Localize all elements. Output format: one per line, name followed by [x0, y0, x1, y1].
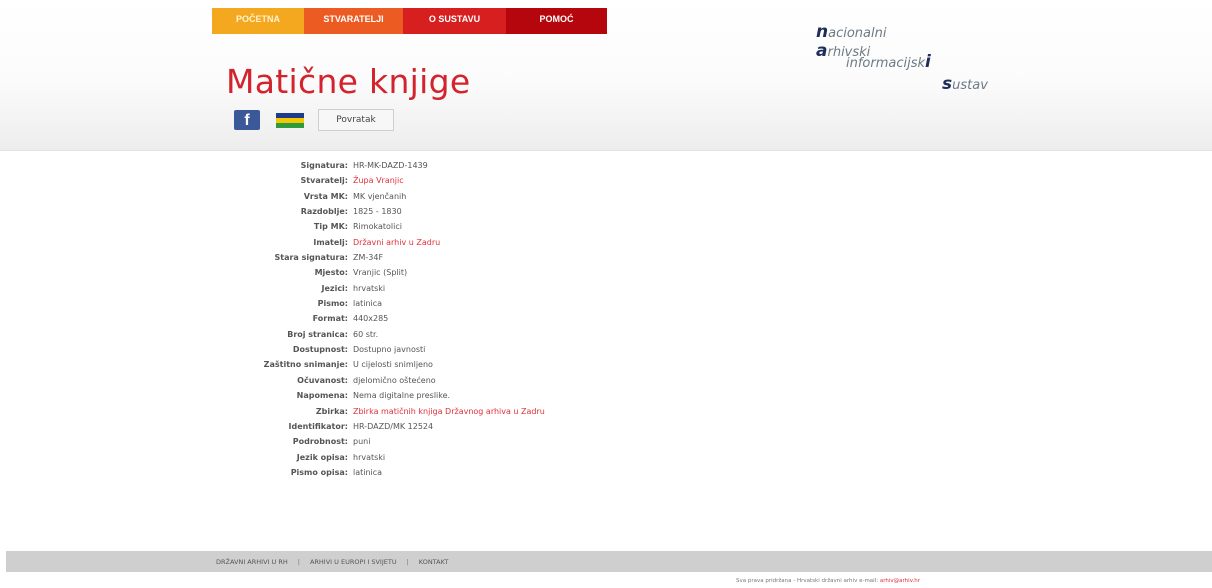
- detail-value: Vranjic (Split): [353, 268, 408, 278]
- detail-label: Zbirka:: [315, 406, 348, 416]
- detail-row: Zbirka: Zbirka matičnih knjiga Državnog a…: [180, 404, 780, 419]
- detail-row: Identifikator: HR-DAZD/MK 12524: [180, 419, 780, 434]
- detail-value: latinica: [353, 299, 383, 309]
- detail-row: Razdoblje: 1825 - 1830: [180, 204, 780, 219]
- detail-value-link[interactable]: Župa Vranjic: [348, 173, 404, 188]
- detail-label: Napomena:: [296, 391, 348, 401]
- detail-label: Signatura:: [300, 161, 348, 170]
- tab-pocetna[interactable]: POČETNA: [212, 8, 304, 34]
- detail-label: Jezik opisa:: [296, 452, 348, 462]
- detail-value: U cijelosti snimljeno: [353, 360, 433, 370]
- detail-label: Dostupnost:: [292, 345, 348, 355]
- page-header: POČETNA STVARATELJI O SUSTAVU POMOĆ Mati…: [0, 0, 1212, 151]
- detail-row: Podrobnost: puni: [180, 434, 780, 449]
- detail-row: Vrsta MK: MK vjenčanih: [180, 189, 780, 204]
- detail-value: Nema digitalne preslike.: [353, 391, 451, 401]
- detail-value: ZM-34F: [353, 253, 384, 263]
- detail-value: HR-MK-DAZD-1439: [353, 161, 428, 170]
- detail-label: Podrobnost:: [292, 437, 348, 447]
- detail-value-link[interactable]: Državni arhiv u Zadru: [348, 235, 440, 250]
- footer-links: DRŽAVNI ARHIVI U RH | ARHIVI U EUROPI I …: [216, 551, 448, 572]
- footer-separator: |: [406, 557, 409, 566]
- detail-row: Napomena: Nema digitalne preslike.: [180, 388, 780, 403]
- detail-label: Imatelj:: [313, 237, 348, 247]
- detail-label: Pismo opisa:: [290, 467, 348, 477]
- detail-row: Broj stranica: 60 str.: [180, 327, 780, 342]
- detail-row: Pismo: latinica: [180, 296, 780, 311]
- detail-label: Pismo:: [317, 299, 348, 309]
- detail-value: djelomično oštećeno: [353, 375, 436, 385]
- footer-link-arhivi-u-europi[interactable]: ARHIVI U EUROPI I SVIJETU: [310, 558, 397, 566]
- copyright-text: Sva prava pridržana - Hrvatski državni a…: [736, 578, 879, 584]
- tab-stvaratelji[interactable]: STVARATELJI: [304, 8, 403, 34]
- tab-o-sustavu[interactable]: O SUSTAVU: [403, 8, 506, 34]
- back-button[interactable]: Povratak: [318, 109, 394, 131]
- detail-label: Broj stranica:: [287, 329, 348, 339]
- logo: nacionalni arhivski informacijski sustav: [816, 22, 988, 94]
- detail-label: Zaštitno snimanje:: [263, 360, 348, 370]
- contact-email-link[interactable]: arhiv@arhiv.hr: [880, 578, 920, 584]
- detail-value: Dostupno javnosti: [353, 345, 426, 355]
- detail-label: Jezici:: [321, 283, 348, 293]
- detail-label: Vrsta MK:: [303, 191, 348, 201]
- detail-row: Imatelj: Državni arhiv u Zadru: [180, 235, 780, 250]
- detail-value: 440x285: [353, 314, 389, 324]
- detail-row: Dostupnost: Dostupno javnosti: [180, 342, 780, 357]
- detail-row: Stvaratelj: Župa Vranjic: [180, 173, 780, 188]
- page-title: Matične knjige: [226, 62, 471, 101]
- detail-value-link[interactable]: Zbirka matičnih knjiga Državnog arhiva u…: [348, 404, 545, 419]
- footer-bar: DRŽAVNI ARHIVI U RH | ARHIVI U EUROPI I …: [6, 551, 1212, 572]
- detail-row: Mjesto: Vranjic (Split): [180, 265, 780, 280]
- detail-row: Zaštitno snimanje: U cijelosti snimljeno: [180, 357, 780, 372]
- detail-value: latinica: [353, 467, 383, 477]
- record-details: Signatura: HR-MK-DAZD-1439 Stvaratelj: Župa…: [180, 158, 780, 480]
- flag-icon[interactable]: [276, 113, 304, 128]
- detail-label: Identifikator:: [288, 421, 348, 431]
- detail-value: 60 str.: [353, 329, 379, 339]
- footer-link-kontakt[interactable]: KONTAKT: [419, 558, 449, 566]
- detail-row: Signatura: HR-MK-DAZD-1439: [180, 158, 780, 173]
- detail-row: Format: 440x285: [180, 311, 780, 326]
- detail-value: puni: [353, 437, 371, 447]
- detail-label: Očuvanost:: [297, 375, 348, 385]
- detail-row: Tip MK: Rimokatolici: [180, 219, 780, 234]
- detail-row: Pismo opisa: latinica: [180, 465, 780, 480]
- detail-label: Format:: [312, 314, 348, 324]
- detail-row: Jezici: hrvatski: [180, 281, 780, 296]
- detail-label: Tip MK:: [313, 222, 348, 232]
- detail-value: hrvatski: [353, 452, 386, 462]
- detail-label: Mjesto:: [314, 268, 348, 278]
- detail-label: Razdoblje:: [300, 207, 348, 217]
- detail-value: Rimokatolici: [353, 222, 402, 232]
- main-nav: POČETNA STVARATELJI O SUSTAVU POMOĆ: [212, 8, 607, 34]
- detail-row: Jezik opisa: hrvatski: [180, 450, 780, 465]
- detail-value: hrvatski: [353, 283, 386, 293]
- detail-value: 1825 - 1830: [353, 207, 402, 217]
- detail-row: Stara signatura: ZM-34F: [180, 250, 780, 265]
- detail-value: HR-DAZD/MK 12524: [353, 421, 434, 431]
- facebook-icon[interactable]: f: [234, 110, 260, 130]
- footer-link-drzavni-arhivi[interactable]: DRŽAVNI ARHIVI U RH: [216, 558, 288, 566]
- footer-separator: |: [297, 557, 300, 566]
- copyright: Sva prava pridržana - Hrvatski državni a…: [736, 578, 920, 584]
- detail-row: Očuvanost: djelomično oštećeno: [180, 373, 780, 388]
- tab-pomoc[interactable]: POMOĆ: [506, 8, 607, 34]
- detail-label: Stvaratelj:: [300, 176, 348, 186]
- detail-value: MK vjenčanih: [353, 191, 407, 201]
- detail-label: Stara signatura:: [274, 253, 349, 263]
